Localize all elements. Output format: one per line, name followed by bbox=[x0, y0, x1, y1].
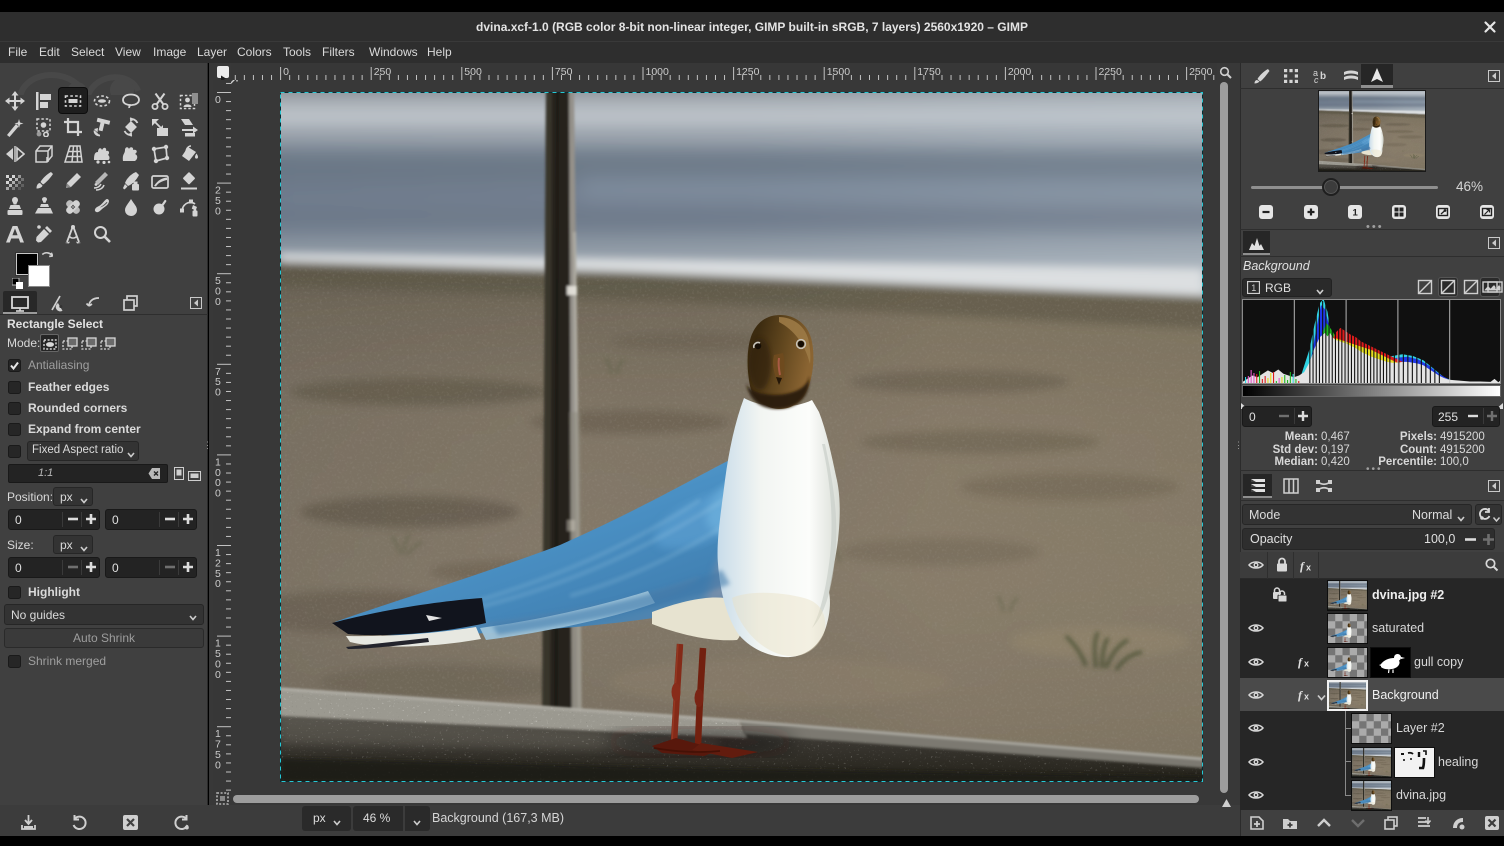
svg-text:2250: 2250 bbox=[1099, 66, 1123, 78]
svg-text:f: f bbox=[1298, 688, 1303, 702]
svg-text:2000: 2000 bbox=[1008, 66, 1032, 78]
svg-text:2500: 2500 bbox=[1189, 66, 1213, 78]
svg-text:750: 750 bbox=[555, 66, 573, 78]
svg-text:1750: 1750 bbox=[917, 66, 941, 78]
svg-text:1: 1 bbox=[1251, 283, 1256, 293]
svg-text:b: b bbox=[1320, 71, 1326, 82]
svg-text:0: 0 bbox=[283, 66, 289, 78]
svg-text:0: 0 bbox=[215, 759, 221, 771]
svg-text:0: 0 bbox=[215, 94, 221, 106]
svg-text:0: 0 bbox=[215, 296, 221, 308]
svg-text:0: 0 bbox=[215, 387, 221, 399]
svg-text:250: 250 bbox=[374, 66, 392, 78]
svg-text:1: 1 bbox=[1353, 208, 1359, 219]
svg-text:c: c bbox=[1314, 75, 1319, 85]
svg-text:x: x bbox=[1306, 563, 1311, 573]
svg-text:f: f bbox=[1300, 559, 1305, 573]
svg-text:1000: 1000 bbox=[646, 66, 670, 78]
svg-text:f: f bbox=[1298, 655, 1303, 669]
svg-text:x: x bbox=[1304, 692, 1309, 702]
svg-text:0: 0 bbox=[215, 488, 221, 500]
svg-text:0: 0 bbox=[215, 578, 221, 590]
svg-text:1500: 1500 bbox=[827, 66, 851, 78]
svg-text:0: 0 bbox=[215, 205, 221, 217]
svg-text:500: 500 bbox=[464, 66, 482, 78]
svg-text:x: x bbox=[1304, 659, 1309, 669]
svg-text:0: 0 bbox=[215, 669, 221, 681]
svg-text:1250: 1250 bbox=[736, 66, 760, 78]
